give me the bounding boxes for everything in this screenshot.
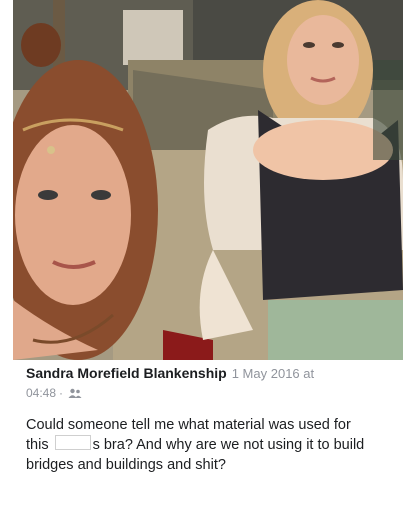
post-caption: Sandra Morefield Blankenship 1 May 2016 …	[26, 364, 398, 475]
friends-icon[interactable]	[68, 388, 82, 399]
meta-separator: ·	[59, 386, 64, 400]
photo-illustration	[13, 0, 403, 360]
post-time[interactable]: 04:48	[26, 385, 56, 401]
post-photo[interactable]	[13, 0, 403, 360]
post-header: Sandra Morefield Blankenship 1 May 2016 …	[26, 364, 398, 383]
author-name[interactable]: Sandra Morefield Blankenship	[26, 364, 227, 382]
post-comment-text: Could someone tell me what material was …	[26, 415, 376, 475]
censored-name-redaction	[54, 435, 91, 450]
post-date[interactable]: 1 May 2016 at	[232, 365, 314, 383]
post-meta: 04:48 ·	[26, 385, 398, 401]
bottom-margin	[0, 486, 415, 512]
